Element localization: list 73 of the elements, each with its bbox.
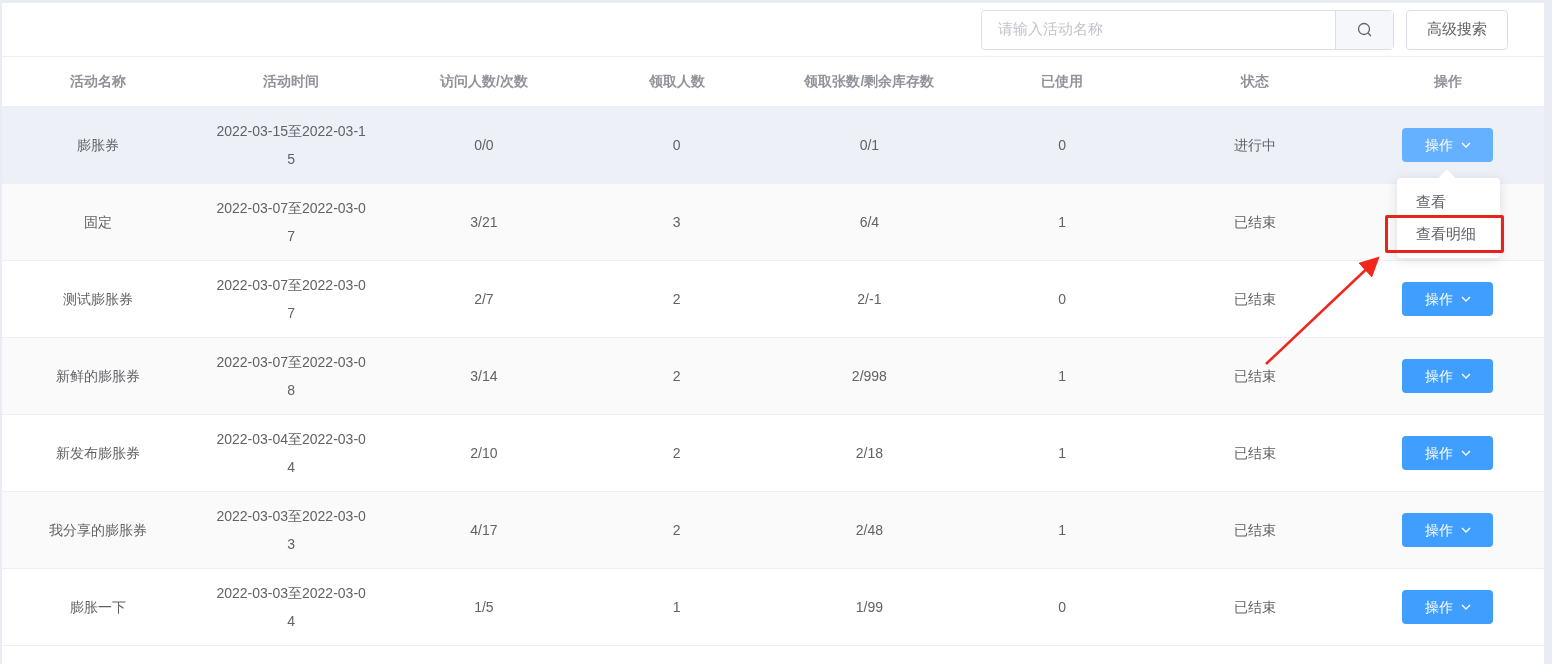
table-cell-text: 0/0 <box>474 136 494 155</box>
chevron-down-icon <box>1460 142 1471 148</box>
table-cell-text: 新鲜的膨胀券 <box>56 367 141 386</box>
table-cell-text: 2/10 <box>470 444 498 463</box>
column-header: 领取张数/剩余库存数 <box>804 72 935 91</box>
table-cell-text: 3/14 <box>470 367 498 386</box>
table-cell-text: 1/5 <box>474 598 494 617</box>
table-cell-text: 2022-03-15至2022-03-15 <box>215 122 367 169</box>
table-cell-text: 2022-03-03至2022-03-04 <box>215 584 367 631</box>
table-cell-text: 3/21 <box>470 213 498 232</box>
table-cell-text: 2022-03-03至2022-03-03 <box>215 507 367 554</box>
table-cell-text: 1 <box>1058 213 1066 232</box>
column-header: 活动时间 <box>263 72 320 91</box>
search-field[interactable]: 请输入活动名称 <box>981 9 1394 50</box>
column-header: 状态 <box>1240 72 1269 91</box>
table-cell-text: 新发布膨胀券 <box>56 444 141 463</box>
table-cell-text: 0 <box>1058 290 1066 309</box>
table-cell-text: 膨胀一下 <box>70 598 127 617</box>
table-cell-text: 1 <box>672 598 681 617</box>
column-header: 访问人数/次数 <box>439 72 528 91</box>
chevron-down-icon <box>1460 604 1471 610</box>
table-cell-text: 已结束 <box>1233 521 1276 540</box>
table-cell-text: 已结束 <box>1233 213 1276 232</box>
table-cell-text: 已结束 <box>1233 367 1276 386</box>
column-header: 活动名称 <box>70 72 127 91</box>
table-cell-text: 测试膨胀券 <box>63 290 134 309</box>
table-cell-text: 2/7 <box>474 290 494 309</box>
table-cell-text: 2 <box>672 521 681 540</box>
table-cell-text: 0 <box>1058 136 1066 155</box>
column-header: 操作 <box>1433 72 1462 91</box>
column-header: 领取人数 <box>648 72 705 91</box>
search-input[interactable]: 请输入活动名称 <box>982 10 1335 49</box>
table-cell-text: 3 <box>672 213 681 232</box>
column-header: 已使用 <box>1041 72 1084 91</box>
table-cell-text: 2 <box>672 367 681 386</box>
table-cell-text: 6/4 <box>859 213 880 232</box>
table-cell-text: 1 <box>1058 444 1066 463</box>
search-button[interactable] <box>1335 10 1393 49</box>
table-cell-text: 1/99 <box>855 598 883 617</box>
menu-item[interactable]: 查看明细 <box>1397 218 1500 250</box>
table-cell-text: 1 <box>1058 367 1066 386</box>
table-cell-text: 膨胀券 <box>77 136 120 155</box>
search-icon <box>1356 21 1373 38</box>
table-cell-text: 4/17 <box>470 521 498 540</box>
table-row[interactable]: 我分享的膨胀券 2022-03-03至2022-03-03 4/17 2 2/48 1 已结束 操作 <box>2 492 1544 569</box>
table-cell-text: 2 <box>672 444 681 463</box>
table-cell-text: 2/18 <box>855 444 883 463</box>
table-cell-text: 已结束 <box>1233 290 1276 309</box>
table-cell-text: 我分享的膨胀券 <box>49 521 148 540</box>
table-cell-text: 2022-03-07至2022-03-07 <box>215 199 367 246</box>
table-cell-text: 1 <box>1058 521 1066 540</box>
table-cell-text: 2/-1 <box>857 290 882 309</box>
chevron-down-icon <box>1460 373 1471 379</box>
table-cell-text: 已结束 <box>1233 598 1276 617</box>
table-cell-text: 0/1 <box>859 136 880 155</box>
chevron-down-icon <box>1460 296 1471 302</box>
table-cell-text: 0 <box>672 136 681 155</box>
table-cell-text: 固定 <box>84 213 113 232</box>
table-cell-text: 2022-03-07至2022-03-08 <box>215 353 367 400</box>
table-cell-text: 2/998 <box>851 367 887 386</box>
table-cell-text: 已结束 <box>1233 444 1276 463</box>
table-cell-text: 0 <box>1058 598 1066 617</box>
table-row[interactable]: 膨胀券 2022-03-15至2022-03-15 0/0 0 0/1 0 进行中 操作 <box>2 107 1544 184</box>
table-cell-text: 2 <box>672 290 681 309</box>
table-row[interactable]: 新鲜的膨胀券 2022-03-07至2022-03-08 3/14 2 2/998 1 已结束 操作 <box>2 338 1544 415</box>
table-cell-text: 2/48 <box>855 521 883 540</box>
chevron-down-icon <box>1460 450 1471 456</box>
table-cell-text: 2022-03-04至2022-03-04 <box>215 430 367 477</box>
table-cell-text: 2022-03-07至2022-03-07 <box>215 276 367 323</box>
table-cell-text: 进行中 <box>1233 136 1276 155</box>
chevron-down-icon <box>1460 527 1471 533</box>
menu-item[interactable]: 查看 <box>1397 186 1500 218</box>
advanced-search-button[interactable]: 高级搜索 <box>1406 9 1508 50</box>
